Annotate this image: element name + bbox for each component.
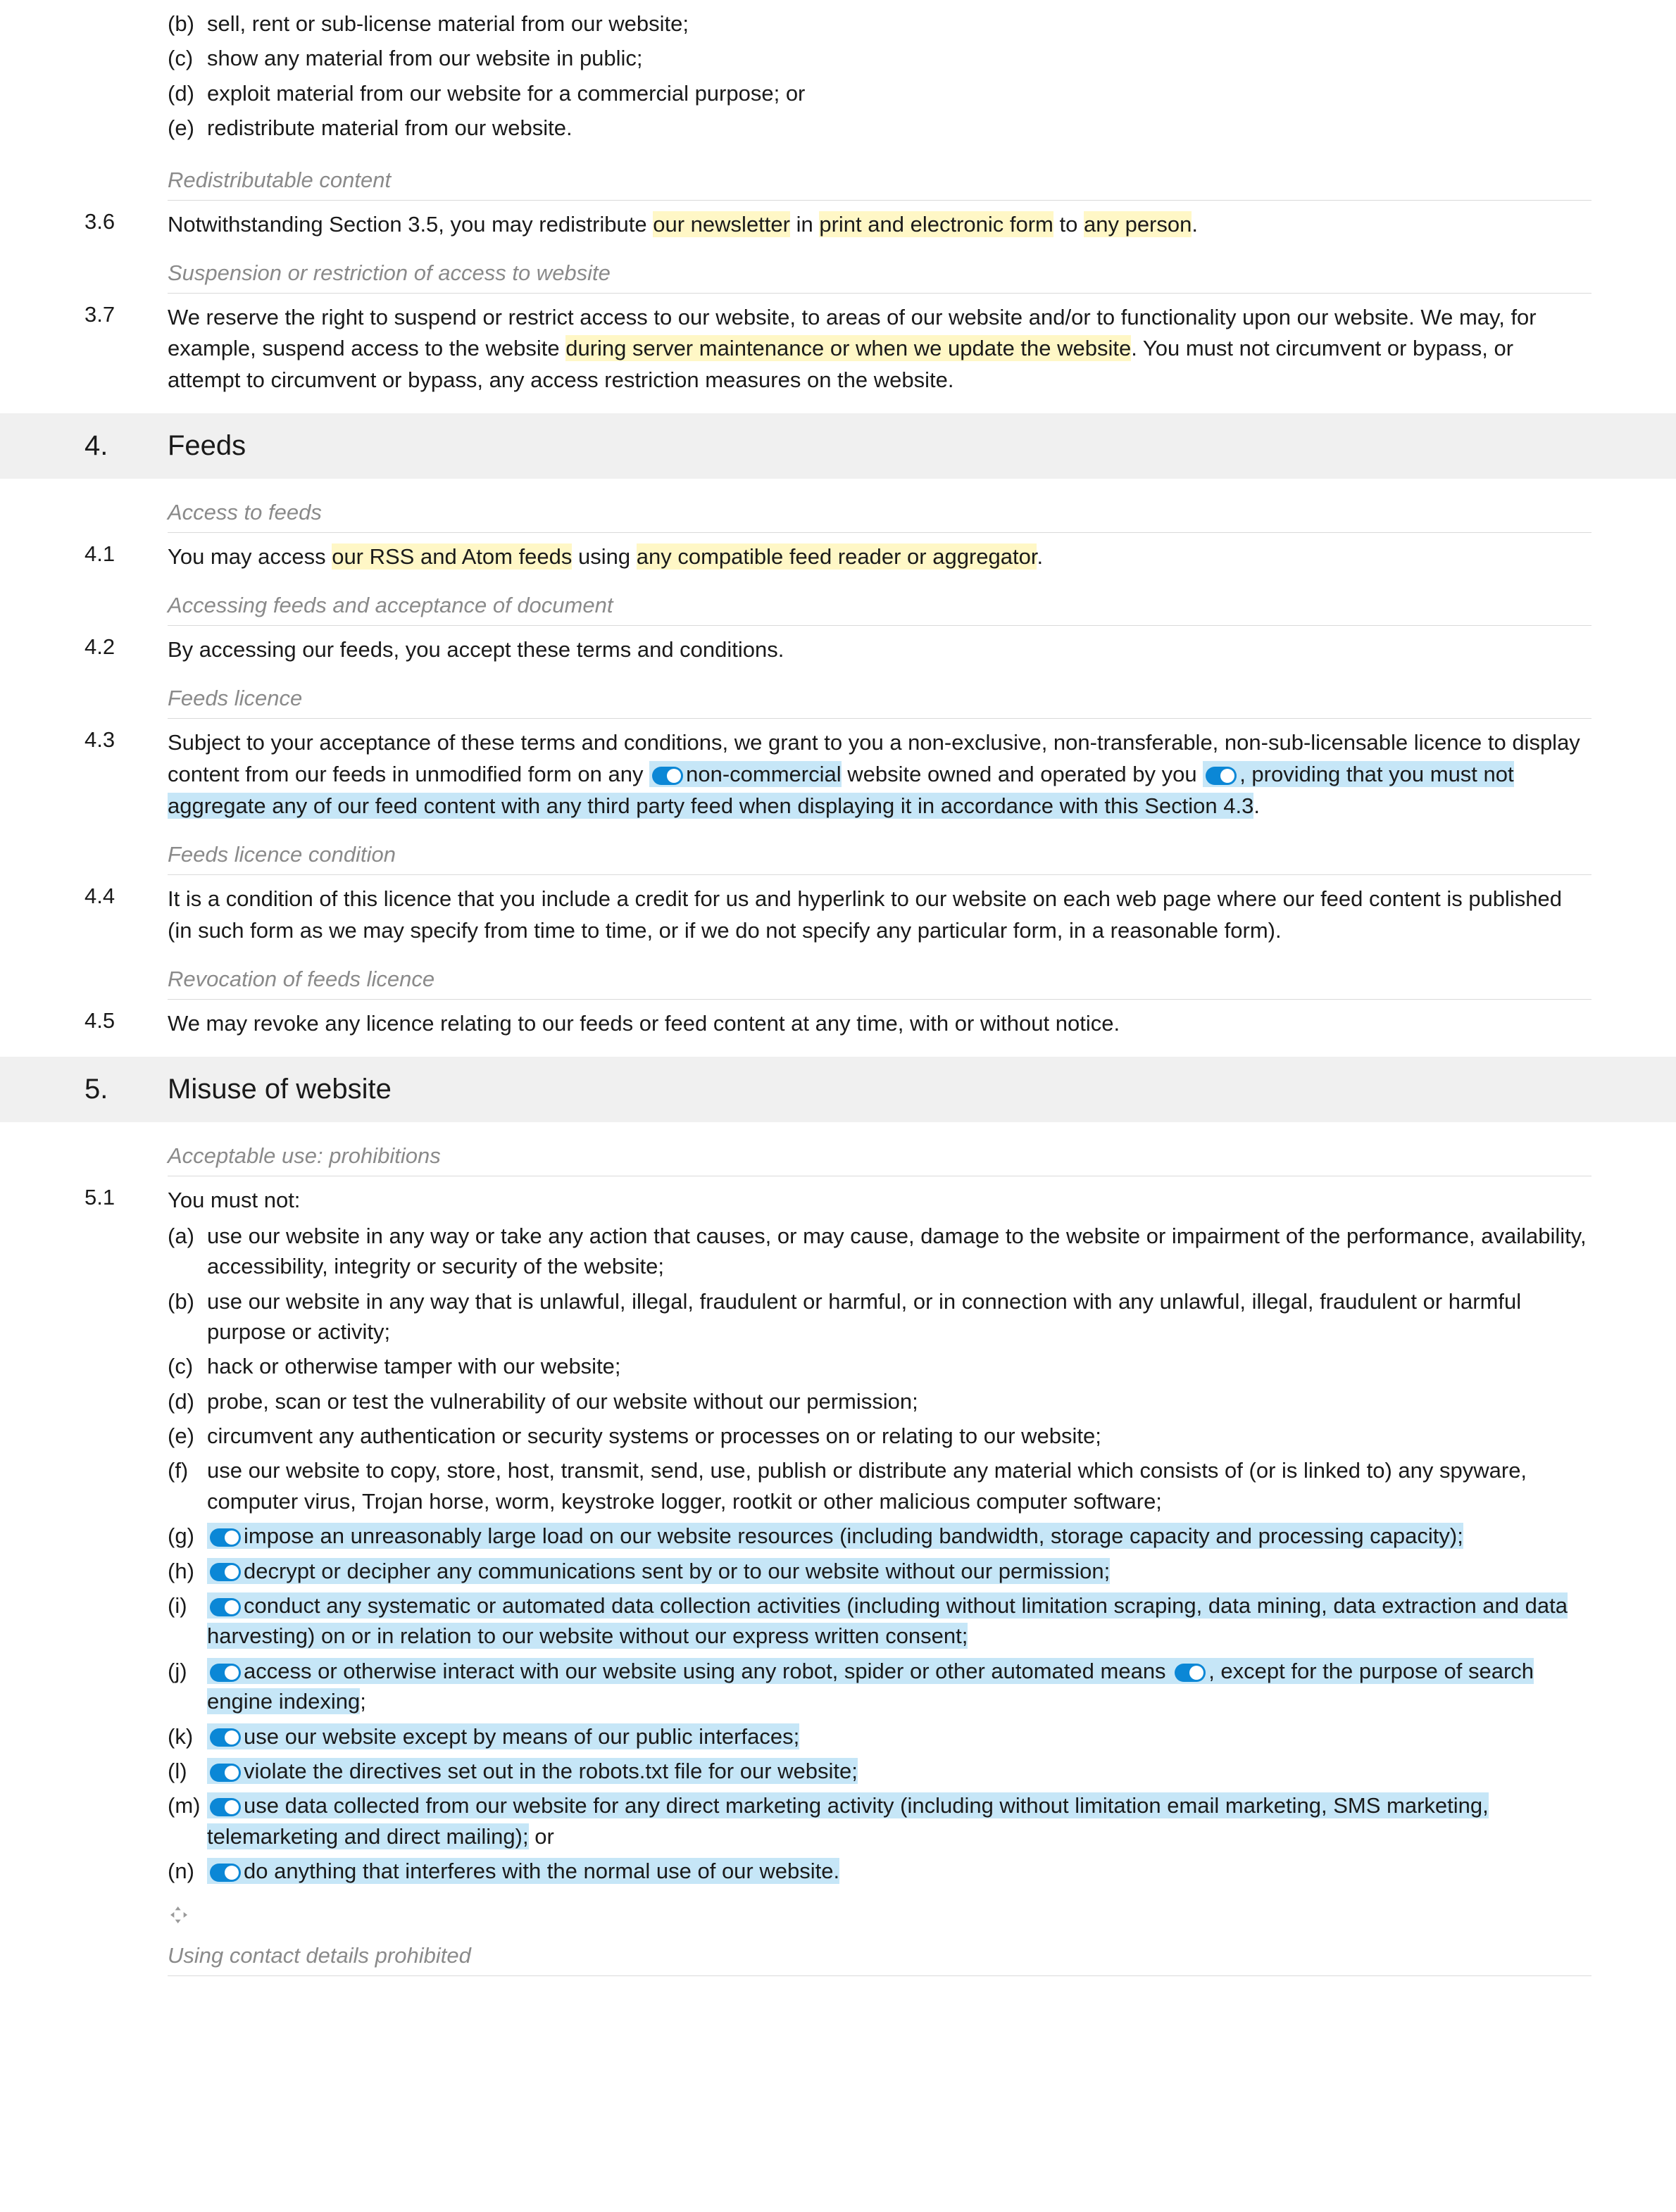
section-heading-4: 4. Feeds — [0, 413, 1676, 479]
subheading-feeds-licence: Feeds licence — [168, 674, 1591, 719]
clause-4-4: 4.4 It is a condition of this licence th… — [85, 884, 1591, 947]
highlight-editable[interactable]: our newsletter — [653, 211, 790, 237]
clause-4-2: 4.2 By accessing our feeds, you accept t… — [85, 634, 1591, 666]
optional-clause: decrypt or decipher any communications s… — [207, 1558, 1110, 1584]
optional-clause: use our website except by means of our p… — [207, 1723, 799, 1749]
subheading-accessing-accept: Accessing feeds and acceptance of docume… — [168, 582, 1591, 626]
toggle-icon[interactable] — [1175, 1664, 1206, 1682]
list-item: (e)circumvent any authentication or secu… — [168, 1421, 1591, 1451]
clause-body: It is a condition of this licence that y… — [168, 884, 1591, 947]
list-item: (b)use our website in any way that is un… — [168, 1286, 1591, 1347]
subheading-contact-prohibited: Using contact details prohibited — [168, 1932, 1591, 1976]
section-heading-5: 5. Misuse of website — [0, 1057, 1676, 1122]
clause-body: We may revoke any licence relating to ou… — [168, 1008, 1591, 1040]
toggle-icon[interactable] — [210, 1798, 241, 1816]
subheading-feeds-licence-condition: Feeds licence condition — [168, 831, 1591, 875]
section-title: Feeds — [168, 430, 246, 462]
toggle-icon[interactable] — [210, 1864, 241, 1882]
list-item: (c)hack or otherwise tamper with our web… — [168, 1351, 1591, 1381]
highlight-editable[interactable]: any person — [1084, 211, 1192, 237]
prohibition-list-5-1: (a)use our website in any way or take an… — [168, 1221, 1591, 1887]
list-item: (d)exploit material from our website for… — [168, 78, 1591, 108]
clause-5-1: 5.1 You must not: (a)use our website in … — [85, 1185, 1591, 1891]
clause-3-6: 3.6 Notwithstanding Section 3.5, you may… — [85, 209, 1591, 241]
prohibition-list-3-5: (b)sell, rent or sub-license material fr… — [168, 8, 1591, 144]
toggle-icon[interactable] — [210, 1728, 241, 1747]
clause-3-7: 3.7 We reserve the right to suspend or r… — [85, 302, 1591, 397]
subheading-access-feeds: Access to feeds — [168, 489, 1591, 533]
optional-clause: non-commercial — [649, 761, 842, 787]
list-item: (g)impose an unreasonably large load on … — [168, 1521, 1591, 1551]
optional-clause: conduct any systematic or automated data… — [207, 1592, 1568, 1649]
clause-intro: You must not: — [168, 1185, 1591, 1217]
highlight-editable[interactable]: during server maintenance or when we upd… — [565, 335, 1131, 361]
clause-body: We reserve the right to suspend or restr… — [168, 302, 1591, 397]
list-item: (n)do anything that interferes with the … — [168, 1856, 1591, 1886]
clause-3-5-continued: (b)sell, rent or sub-license material fr… — [85, 8, 1591, 148]
clause-number: 3.7 — [85, 302, 168, 397]
optional-clause: access or otherwise interact with our we… — [207, 1658, 1534, 1714]
list-item: (l)violate the directives set out in the… — [168, 1756, 1591, 1786]
clause-body: By accessing our feeds, you accept these… — [168, 634, 1591, 666]
clause-body: You may access our RSS and Atom feeds us… — [168, 541, 1591, 573]
list-item: (c)show any material from our website in… — [168, 43, 1591, 73]
clause-body: Subject to your acceptance of these term… — [168, 727, 1591, 822]
clause-body: Notwithstanding Section 3.5, you may red… — [168, 209, 1591, 241]
optional-clause: violate the directives set out in the ro… — [207, 1758, 858, 1784]
section-number: 4. — [0, 430, 168, 462]
section-title: Misuse of website — [168, 1074, 392, 1105]
clause-number: 3.6 — [85, 209, 168, 241]
clause-4-3: 4.3 Subject to your acceptance of these … — [85, 727, 1591, 822]
section-number: 5. — [0, 1074, 168, 1105]
list-item: (e)redistribute material from our websit… — [168, 113, 1591, 143]
toggle-icon[interactable] — [210, 1528, 241, 1547]
highlight-editable[interactable]: print and electronic form — [819, 211, 1053, 237]
list-item: (m)use data collected from our website f… — [168, 1790, 1591, 1852]
clause-number: 4.3 — [85, 727, 168, 822]
toggle-icon[interactable] — [210, 1563, 241, 1581]
list-item: (d)probe, scan or test the vulnerability… — [168, 1386, 1591, 1416]
clause-4-5: 4.5 We may revoke any licence relating t… — [85, 1008, 1591, 1040]
toggle-icon[interactable] — [210, 1764, 241, 1782]
list-item: (i)conduct any systematic or automated d… — [168, 1590, 1591, 1652]
drag-handle-icon[interactable] — [168, 1904, 190, 1926]
optional-clause: do anything that interferes with the nor… — [207, 1858, 839, 1884]
toggle-icon[interactable] — [210, 1664, 241, 1682]
subheading-acceptable-use: Acceptable use: prohibitions — [168, 1132, 1591, 1176]
list-item: (k)use our website except by means of ou… — [168, 1721, 1591, 1752]
clause-number: 4.1 — [85, 541, 168, 573]
highlight-editable[interactable]: any compatible feed reader or aggregator — [637, 543, 1037, 570]
toggle-icon[interactable] — [1206, 767, 1237, 785]
toggle-icon[interactable] — [652, 767, 683, 785]
list-item: (f)use our website to copy, store, host,… — [168, 1455, 1591, 1516]
optional-clause: impose an unreasonably large load on our… — [207, 1523, 1463, 1549]
list-item: (a)use our website in any way or take an… — [168, 1221, 1591, 1282]
optional-clause: use data collected from our website for … — [207, 1792, 1489, 1849]
clause-number: 4.4 — [85, 884, 168, 947]
list-item: (j)access or otherwise interact with our… — [168, 1656, 1591, 1717]
subheading-revocation: Revocation of feeds licence — [168, 955, 1591, 1000]
clause-number: 4.5 — [85, 1008, 168, 1040]
clause-number: 4.2 — [85, 634, 168, 666]
list-item: (b)sell, rent or sub-license material fr… — [168, 8, 1591, 39]
highlight-editable[interactable]: our RSS and Atom feeds — [332, 543, 572, 570]
clause-number: 5.1 — [85, 1185, 168, 1891]
list-item: (h)decrypt or decipher any communication… — [168, 1556, 1591, 1586]
document-body: (b)sell, rent or sub-license material fr… — [0, 8, 1676, 2011]
subheading-suspension: Suspension or restriction of access to w… — [168, 249, 1591, 294]
subheading-redistributable: Redistributable content — [168, 156, 1591, 201]
toggle-icon[interactable] — [210, 1598, 241, 1616]
clause-4-1: 4.1 You may access our RSS and Atom feed… — [85, 541, 1591, 573]
